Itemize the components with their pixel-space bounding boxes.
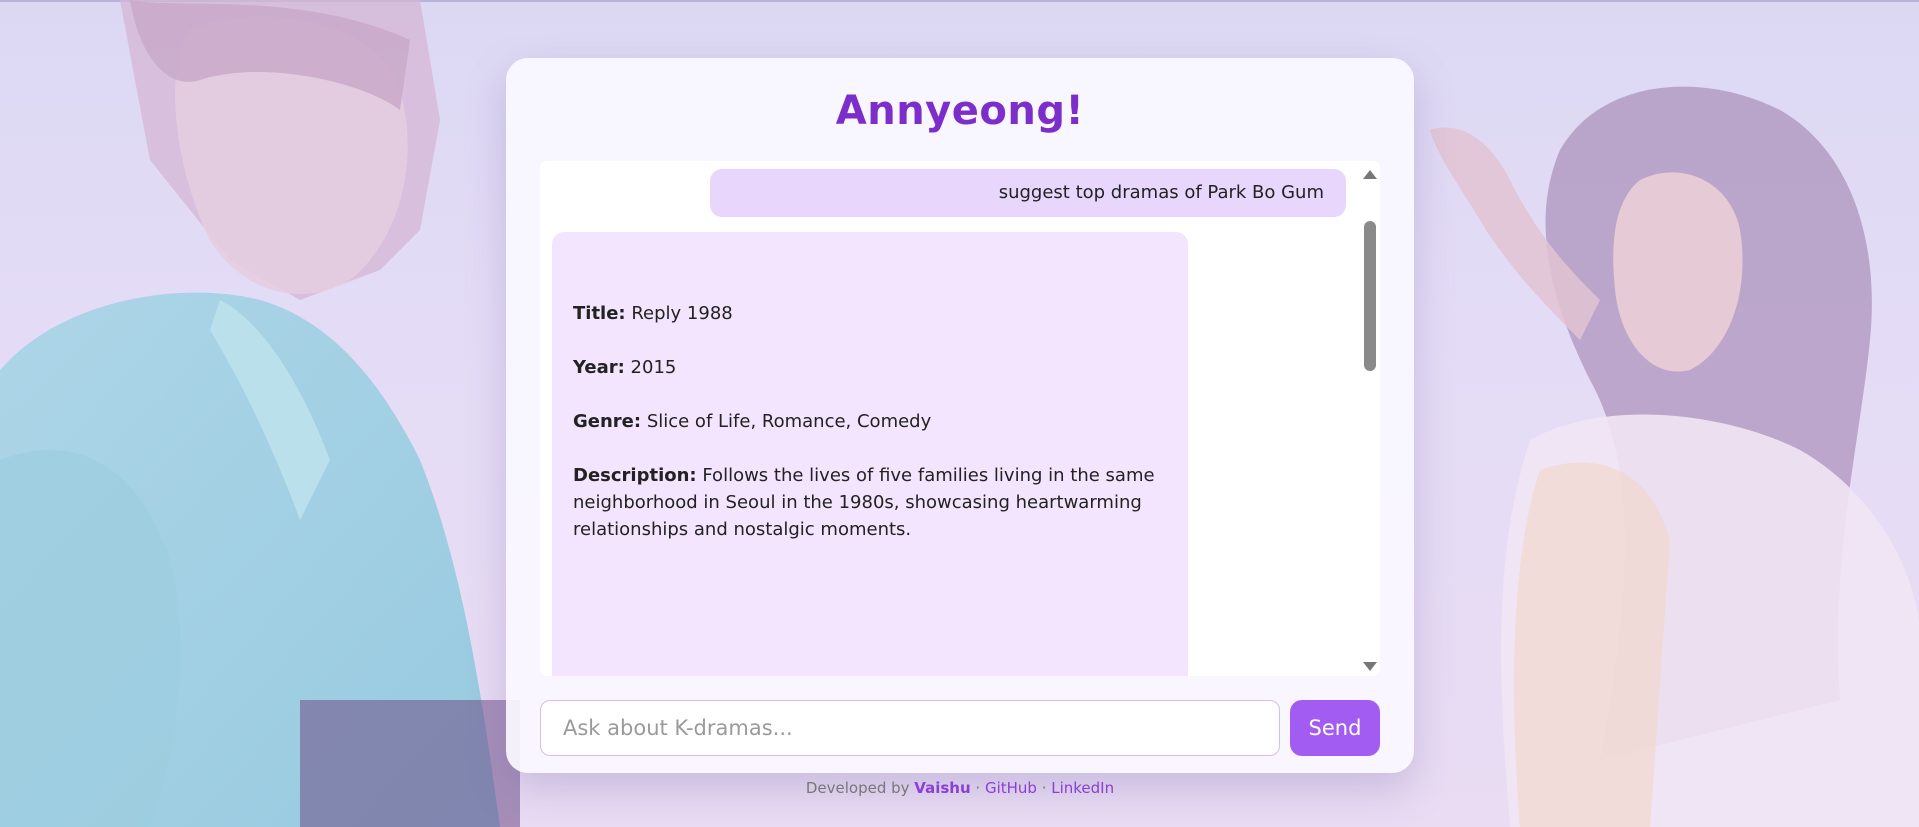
title-label: Title:	[573, 303, 626, 324]
page-title: Annyeong!	[835, 88, 1085, 134]
bot-genre-line: Genre: Slice of Life, Romance, Comedy	[573, 408, 1168, 435]
send-button[interactable]: Send	[1290, 700, 1380, 756]
chat-card: Annyeong! suggest top dramas of Park Bo …	[506, 58, 1414, 797]
message-input-row: Send	[540, 700, 1380, 756]
bot-description-line: Description: Follows the lives of five f…	[573, 462, 1168, 543]
bot-year-line: Year: 2015	[573, 354, 1168, 381]
background-image-right	[1400, 0, 1919, 827]
linkedin-link[interactable]: LinkedIn	[1051, 779, 1114, 797]
year-value: 2015	[624, 357, 677, 378]
background-image-left	[0, 0, 520, 827]
footer-separator: ·	[1036, 779, 1052, 797]
year-label: Year:	[573, 357, 625, 378]
description-label: Description:	[573, 465, 697, 486]
author-link[interactable]: Vaishu	[914, 779, 970, 797]
scroll-up-arrow-icon[interactable]	[1363, 170, 1377, 179]
title-value: Reply 1988	[625, 303, 733, 324]
ask-input[interactable]	[540, 700, 1280, 756]
user-message-bubble: suggest top dramas of Park Bo Gum	[710, 169, 1346, 217]
chat-window[interactable]: suggest top dramas of Park Bo Gum Title:…	[540, 161, 1380, 676]
genre-label: Genre:	[573, 411, 642, 432]
chat-scrollbar[interactable]	[1358, 161, 1380, 676]
scrollbar-thumb[interactable]	[1364, 221, 1376, 371]
footer-prefix: Developed by	[805, 779, 915, 797]
genre-value: Slice of Life, Romance, Comedy	[641, 411, 932, 432]
github-link[interactable]: GitHub	[985, 779, 1037, 797]
bot-title-line: Title: Reply 1988	[573, 300, 1168, 327]
scroll-down-arrow-icon[interactable]	[1363, 662, 1377, 671]
footer-separator: ·	[970, 779, 985, 797]
footer: Developed by Vaishu · GitHub · LinkedIn	[506, 779, 1414, 797]
bot-message-bubble: Title: Reply 1988 Year: 2015 Genre: Slic…	[552, 232, 1188, 676]
